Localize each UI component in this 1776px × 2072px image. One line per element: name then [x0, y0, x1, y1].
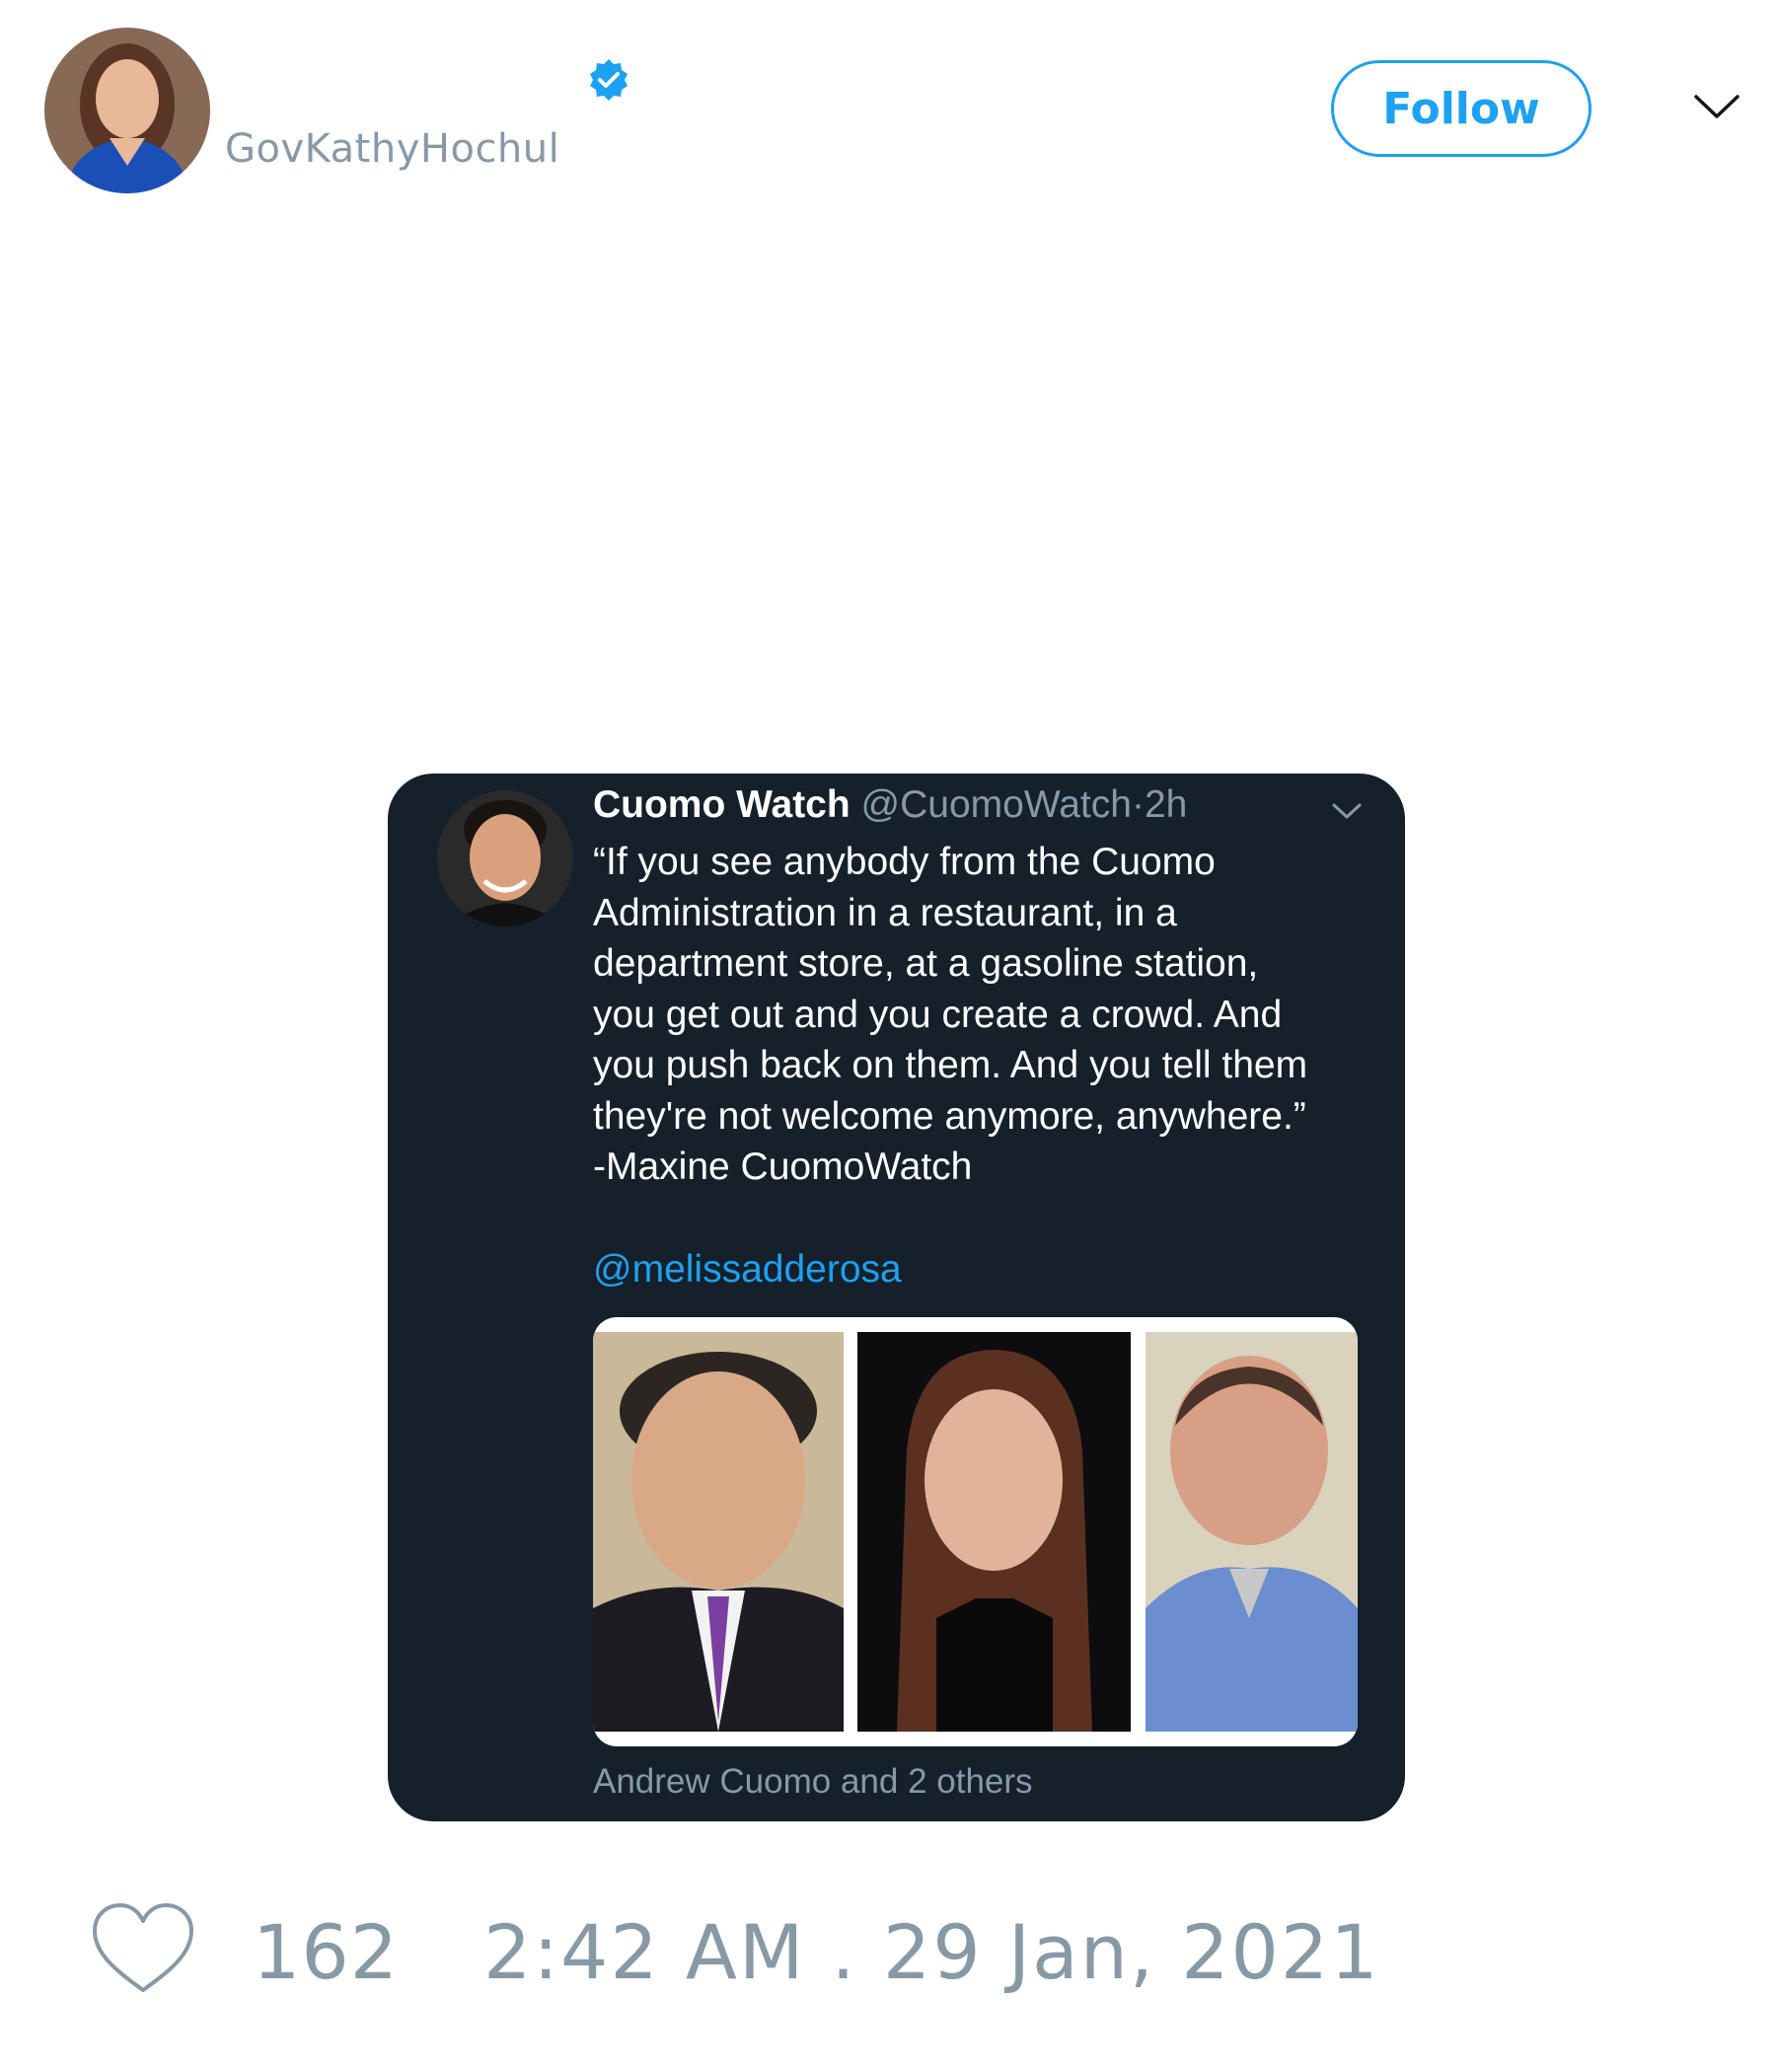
profile-avatar[interactable]: [44, 28, 210, 193]
chevron-down-icon[interactable]: [1692, 87, 1741, 126]
embedded-chevron-down-icon: [1330, 799, 1364, 823]
embedded-tagged-people: Andrew Cuomo and 2 others: [593, 1762, 1033, 1801]
follow-button[interactable]: Follow: [1331, 60, 1591, 157]
media-photo-2: [857, 1332, 1131, 1732]
media-photo-1: [593, 1332, 844, 1732]
heart-icon[interactable]: [89, 1899, 197, 1998]
embedded-tweet-name: Cuomo Watch: [593, 783, 851, 826]
embedded-media-grid: [593, 1317, 1358, 1746]
media-photo-3: [1146, 1332, 1358, 1732]
embedded-tweet-avatar: [437, 790, 573, 926]
verified-badge-icon: [586, 57, 631, 103]
embedded-tweet-time: 2h: [1144, 783, 1188, 826]
embedded-tweet-image[interactable]: Cuomo Watch @CuomoWatch·2h “If you see a…: [388, 774, 1405, 1821]
tweet-timestamp[interactable]: 2:42 AM . 29 Jan, 2021: [483, 1908, 1380, 1996]
like-count: 162: [253, 1908, 400, 1996]
embedded-tweet-text: “If you see anybody from the Cuomo Admin…: [593, 841, 1308, 1188]
author-handle[interactable]: GovKathyHochul: [225, 126, 559, 172]
embedded-tweet-header: Cuomo Watch @CuomoWatch·2h: [593, 783, 1187, 827]
embedded-tweet-handle: @CuomoWatch: [860, 783, 1132, 826]
embedded-tweet-mention: @melissadderosa: [593, 1247, 902, 1291]
embedded-tweet-body: “If you see anybody from the Cuomo Admin…: [593, 837, 1382, 1295]
embedded-tweet-separator: ·: [1131, 783, 1145, 826]
